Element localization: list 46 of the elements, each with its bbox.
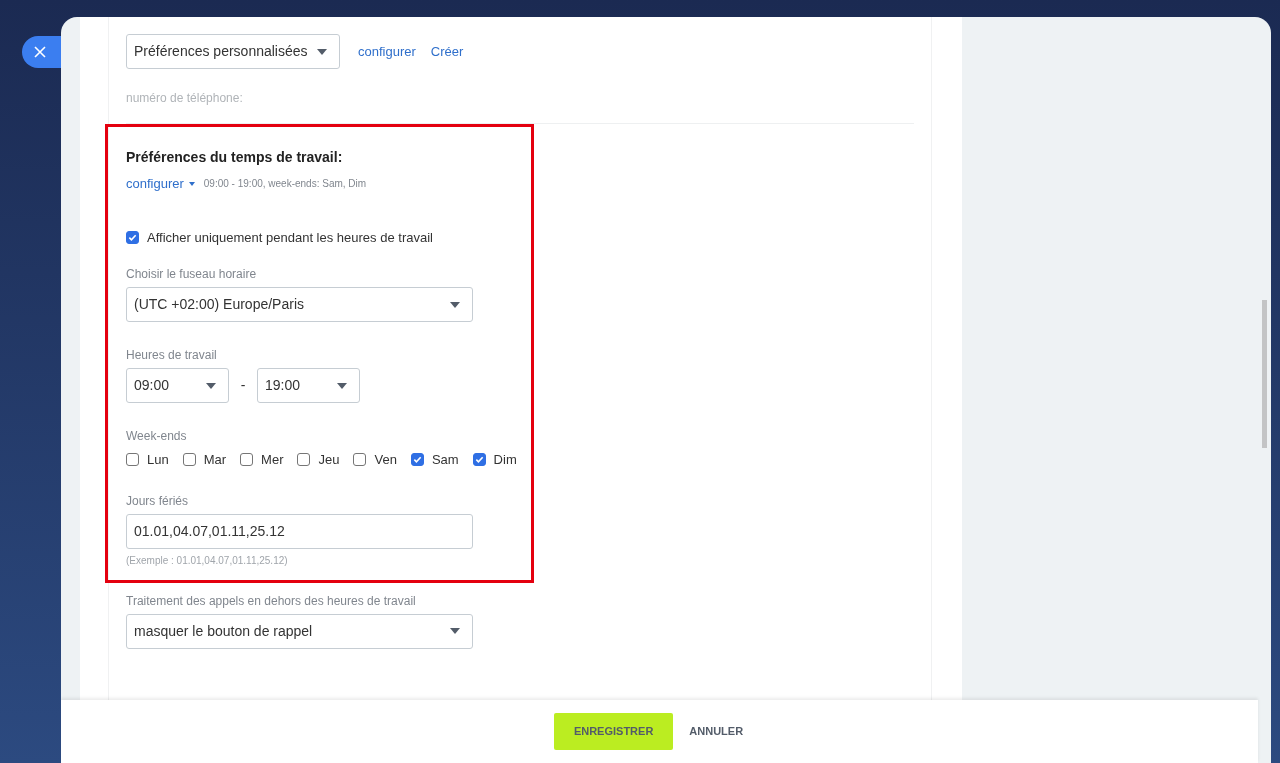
caret-icon xyxy=(337,382,347,389)
checkbox[interactable] xyxy=(126,453,139,467)
cancel-button[interactable]: ANNULER xyxy=(689,713,744,750)
link[interactable]: Créer xyxy=(430,41,464,62)
scrollbar[interactable] xyxy=(1262,300,1267,448)
checkbox-label: Sam xyxy=(431,451,459,469)
caret-icon xyxy=(188,181,195,186)
checkbox[interactable] xyxy=(182,453,196,467)
checkbox[interactable] xyxy=(410,453,424,467)
caret-icon xyxy=(317,48,327,55)
link[interactable]: configurer xyxy=(358,41,416,62)
checkbox[interactable] xyxy=(240,453,254,467)
checkbox-label: Mer xyxy=(261,451,284,469)
caret-icon xyxy=(206,382,216,389)
field-label: Heures de travail xyxy=(126,347,218,364)
field-label: Week-ends xyxy=(126,428,188,445)
checkbox[interactable] xyxy=(297,453,311,467)
select-field[interactable]: 09:00 xyxy=(126,368,229,403)
checkbox-label: Afficher uniquement pendant les heures de travail xyxy=(147,228,433,247)
caret-icon xyxy=(450,628,460,634)
section-title: Préférences du temps de travail: xyxy=(126,148,344,167)
save-button[interactable]: ENREGISTRER xyxy=(553,713,674,750)
checkbox[interactable] xyxy=(472,453,486,467)
select-field[interactable]: 19:00 xyxy=(257,368,360,403)
checkbox-label: Jeu xyxy=(318,451,340,469)
select-field[interactable]: (UTC +02:00) Europe/Paris xyxy=(126,287,473,322)
checkbox[interactable] xyxy=(126,230,139,244)
caret-icon xyxy=(450,301,460,308)
hint-text: (Exemple : 01.01,04.07,01.11,25.12) xyxy=(126,553,289,568)
checkbox[interactable] xyxy=(353,453,367,467)
close-button[interactable] xyxy=(22,36,61,68)
select-field[interactable]: Préférences personnalisées xyxy=(126,34,340,69)
schedule-summary: 09:00 - 19:00, week-ends: Sam, Dim xyxy=(203,177,367,192)
checkbox-label: Dim xyxy=(493,451,517,469)
field-label: Jours fériés xyxy=(126,492,190,510)
input-field[interactable]: 01.01,04.07,01.11,25.12 xyxy=(126,513,473,549)
select-field[interactable]: masquer le bouton de rappel xyxy=(126,613,473,649)
checkbox-label: Ven xyxy=(374,451,397,469)
range-separator: - xyxy=(239,376,247,395)
field-label: Traitement des appels en dehors des heures de travail xyxy=(125,592,417,610)
close-icon xyxy=(34,46,46,58)
checkbox-label: Lun xyxy=(147,451,169,469)
field-label: numéro de téléphone: xyxy=(125,90,244,107)
field-label: Choisir le fuseau horaire xyxy=(126,266,258,283)
checkbox-label: Mar xyxy=(203,451,227,469)
configure-link[interactable]: configurer xyxy=(126,174,195,194)
